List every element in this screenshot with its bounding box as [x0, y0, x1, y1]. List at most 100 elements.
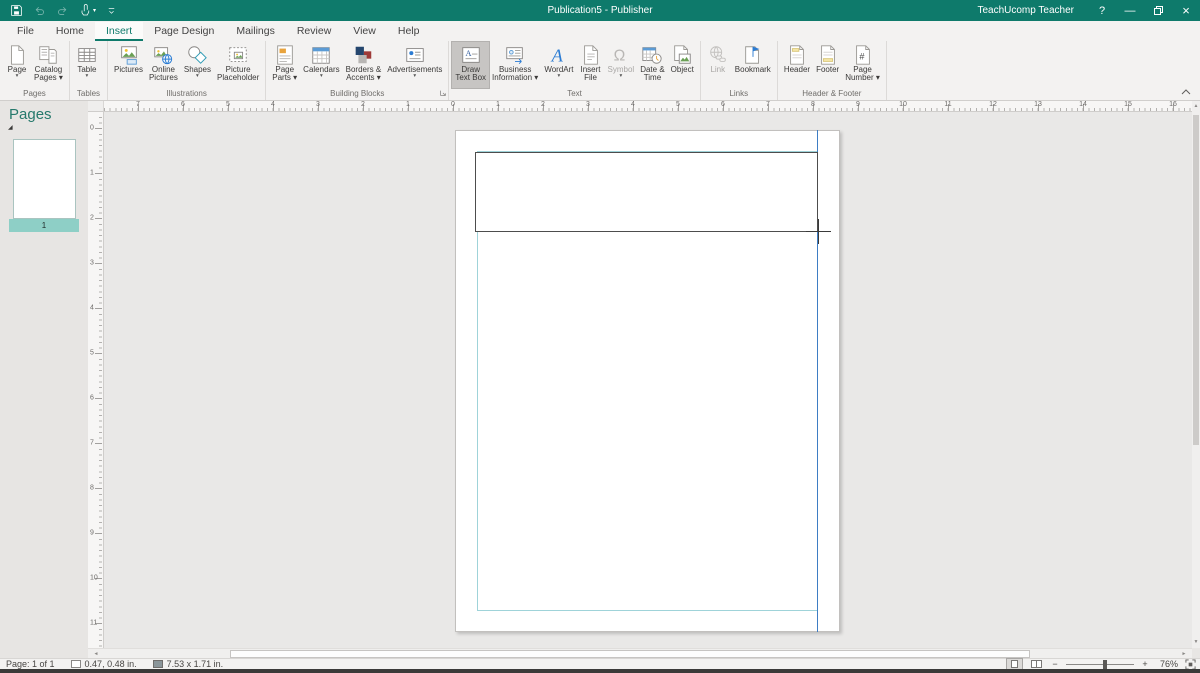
button-label: PageParts ▾ [272, 66, 297, 82]
insert-file-icon [580, 43, 602, 66]
button-label: Header [784, 66, 810, 74]
ribbon-group-illustrations: PicturesOnlinePicturesShapes▾PicturePlac… [108, 41, 266, 100]
symbol-icon: Ω [610, 43, 632, 66]
two-page-spread-button[interactable] [1029, 659, 1044, 669]
calendars-button[interactable]: Calendars▾ [300, 42, 342, 88]
footer-button[interactable]: Footer [813, 42, 842, 88]
catalog-pages-button[interactable]: CatalogPages ▾ [31, 42, 66, 88]
touch-mouse-mode-button[interactable]: ▾ [79, 0, 96, 21]
date-time-button[interactable]: Date &Time [637, 42, 667, 88]
zoom-out-button[interactable]: − [1051, 659, 1059, 669]
tab-insert[interactable]: Insert [95, 22, 143, 41]
button-label: Page▾ [8, 66, 27, 79]
single-page-view-button[interactable] [1007, 659, 1022, 669]
page-thumbnail-label[interactable]: 1 [9, 219, 79, 232]
chevron-down-icon: ▾ [8, 74, 27, 79]
header-button[interactable]: Header [781, 42, 813, 88]
chevron-down-icon: ▾ [544, 74, 573, 79]
ribbon-group-pages: Page▾ CatalogPages ▾Pages [0, 41, 70, 100]
page-indicator[interactable]: Page: 1 of 1 [6, 659, 55, 669]
h-ruler-numbers: 7654321012345678910111213141516 [104, 101, 1192, 111]
page-number-button[interactable]: #PageNumber ▾ [842, 42, 883, 88]
chevron-down-icon: ▾ [77, 74, 96, 79]
table-button[interactable]: Table▾ [73, 42, 101, 88]
text-box[interactable] [475, 152, 818, 232]
button-label: Symbol▾ [608, 66, 635, 79]
chevron-up-icon [1181, 89, 1191, 95]
object-size[interactable]: 7.53 x 1.71 in. [153, 659, 224, 669]
pages-panel: Pages ◢ 1 [0, 101, 88, 658]
tab-file[interactable]: File [6, 22, 45, 41]
dialog-launcher-icon[interactable] [439, 89, 447, 100]
fit-page-to-window-icon[interactable] [1185, 659, 1196, 670]
group-label: Links [729, 89, 748, 98]
vertical-ruler[interactable]: 01234567891011 [88, 112, 104, 648]
page-thumbnail[interactable] [13, 139, 76, 219]
group-label: Tables [77, 89, 100, 98]
calendars-icon [310, 43, 332, 66]
tab-home[interactable]: Home [45, 22, 95, 41]
page-parts-button[interactable]: PageParts ▾ [269, 42, 300, 88]
draw-text-box-button[interactable]: ADrawText Box [452, 42, 489, 88]
vertical-scrollbar-thumb[interactable] [1193, 115, 1199, 445]
chevron-down-icon: ▾ [387, 74, 442, 79]
save-button[interactable] [10, 0, 23, 21]
tab-help[interactable]: Help [387, 22, 431, 41]
pictures-button[interactable]: Pictures [111, 42, 146, 88]
zoom-in-button[interactable]: + [1141, 659, 1149, 669]
collapse-panel-icon[interactable]: ◢ [0, 123, 88, 133]
svg-text:A: A [551, 45, 564, 65]
tab-mailings[interactable]: Mailings [225, 22, 286, 41]
button-label: Calendars▾ [303, 66, 339, 79]
redo-icon [56, 4, 69, 17]
shapes-button[interactable]: Shapes▾ [181, 42, 214, 88]
wordart-button[interactable]: AWordArt▾ [541, 42, 576, 88]
window-bottom-edge [0, 669, 1200, 673]
help-button[interactable]: ? [1088, 0, 1116, 21]
workspace-canvas[interactable] [104, 112, 1192, 648]
horizontal-ruler[interactable]: 7654321012345678910111213141516 [88, 101, 1192, 112]
button-label: Link [710, 66, 725, 74]
zoom-slider[interactable] [1066, 659, 1134, 669]
business-information-button[interactable]: BusinessInformation ▾ [489, 42, 541, 88]
collapse-ribbon-button[interactable] [1179, 87, 1193, 97]
button-label: InsertFile [581, 66, 601, 82]
tab-view[interactable]: View [342, 22, 387, 41]
bookmark-button[interactable]: Bookmark [732, 42, 774, 88]
advertisements-button[interactable]: Advertisements▾ [384, 42, 445, 88]
pictures-icon [118, 43, 140, 66]
online-pictures-button[interactable]: OnlinePictures [146, 42, 181, 88]
redo-button [56, 0, 69, 21]
scroll-down-icon[interactable]: ▼ [1192, 637, 1200, 648]
pages-panel-title: Pages [0, 101, 88, 123]
button-label: Object [671, 66, 694, 74]
chevron-down-icon: ▾ [93, 7, 96, 14]
zoom-level[interactable]: 76% [1156, 659, 1178, 669]
group-label: Header & Footer [802, 89, 861, 98]
button-label: PicturePlaceholder [217, 66, 259, 82]
scroll-up-icon[interactable]: ▲ [1192, 101, 1200, 112]
insert-file-button[interactable]: InsertFile [577, 42, 605, 88]
horizontal-scrollbar-thumb[interactable] [230, 650, 1030, 658]
tab-page-design[interactable]: Page Design [143, 22, 225, 41]
object-position[interactable]: 0.47, 0.48 in. [71, 659, 137, 669]
signed-in-user[interactable]: TeachUcomp Teacher [963, 5, 1088, 16]
two-page-icon [1031, 660, 1042, 668]
horizontal-scrollbar[interactable]: ◄ ► [88, 648, 1192, 658]
symbol-button: ΩSymbol▾ [605, 42, 638, 88]
button-label: Date &Time [640, 66, 664, 82]
zoom-slider-thumb[interactable] [1103, 660, 1107, 669]
quick-access-toolbar: ▾ [0, 0, 117, 21]
vertical-scrollbar[interactable]: ▲ ▼ [1192, 101, 1200, 648]
group-label: Pages [23, 89, 46, 98]
picture-placeholder-button[interactable]: PicturePlaceholder [214, 42, 262, 88]
title-bar: ▾ Publication5 - Publisher TeachUcomp Te… [0, 0, 1200, 21]
page-button[interactable]: Page▾ [3, 42, 31, 88]
customize-qat-button[interactable] [106, 0, 117, 21]
object-button[interactable]: Object [668, 42, 697, 88]
restore-button[interactable] [1144, 0, 1172, 21]
close-button[interactable]: × [1172, 0, 1200, 21]
minimize-button[interactable]: — [1116, 0, 1144, 21]
borders-accents-button[interactable]: Borders &Accents ▾ [343, 42, 385, 88]
tab-review[interactable]: Review [286, 22, 342, 41]
